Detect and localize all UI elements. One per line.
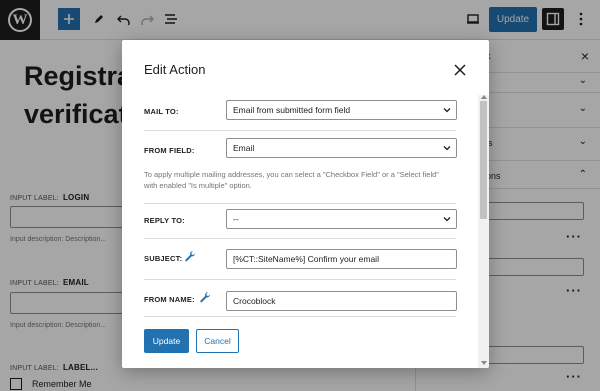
separator [144,130,456,131]
from-field-label: FROM FIELD: [144,146,195,155]
separator [144,203,456,204]
chevron-down-icon [443,217,451,222]
scroll-down-arrow[interactable] [481,361,487,365]
update-button[interactable]: Update [144,329,189,353]
mail-to-label: MAIL TO: [144,107,179,116]
modal-scrollbar[interactable] [478,95,489,368]
from-name-input[interactable]: Crocoblock [226,291,457,311]
subject-value: [%CT::SiteName%] Confirm your email [233,254,379,264]
chevron-down-icon [443,108,451,113]
separator [144,238,456,239]
close-button[interactable] [452,62,468,78]
scroll-thumb[interactable] [480,101,487,219]
edit-action-modal: Edit Action MAIL TO: Email from submitte… [122,40,489,368]
subject-label: SUBJECT: [144,254,183,263]
close-icon [454,64,466,76]
mail-to-select[interactable]: Email from submitted form field [226,100,457,120]
from-field-value: Email [233,143,255,153]
from-field-help: To apply multiple mailing addresses, you… [144,170,439,190]
from-name-label: FROM NAME: [144,295,195,304]
wrench-icon[interactable] [199,291,211,303]
mail-to-value: Email from submitted form field [233,105,351,115]
subject-input[interactable]: [%CT::SiteName%] Confirm your email [226,249,457,269]
footer-separator [144,316,456,317]
reply-to-label: REPLY TO: [144,216,185,225]
from-name-value: Crocoblock [233,296,276,306]
wrench-icon[interactable] [184,250,196,262]
cancel-button[interactable]: Cancel [196,329,239,353]
from-field-select[interactable]: Email [226,138,457,158]
chevron-down-icon [443,146,451,151]
modal-body: MAIL TO: Email from submitted form field… [122,95,478,315]
reply-to-value: -- [233,214,239,224]
scroll-up-arrow[interactable] [481,95,487,99]
reply-to-select[interactable]: -- [226,209,457,229]
separator [144,279,456,280]
modal-title: Edit Action [144,62,206,77]
